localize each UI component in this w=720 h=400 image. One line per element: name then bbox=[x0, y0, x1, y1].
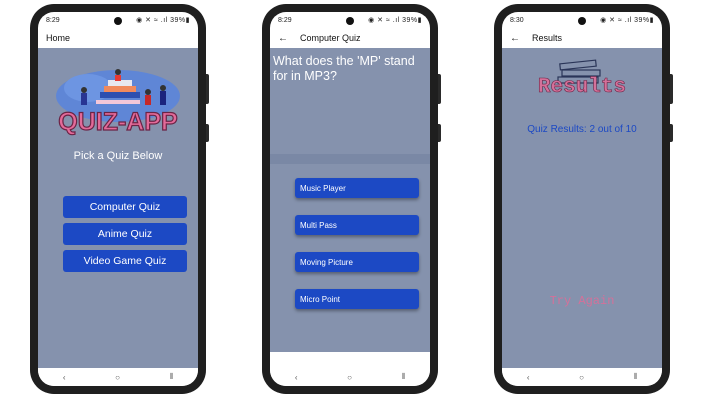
question-text: What does the 'MP' stand for in MP3? bbox=[273, 54, 415, 83]
nav-home-icon[interactable]: ○ bbox=[579, 373, 584, 382]
anime-quiz-button[interactable]: Anime Quiz bbox=[63, 223, 187, 245]
status-bar: 8:29 ◉ ✕ ≈ .ıl 39%▮ bbox=[270, 12, 430, 28]
volume-button bbox=[670, 74, 673, 104]
page-title: Results bbox=[532, 33, 563, 43]
screen-quiz: 8:29 ◉ ✕ ≈ .ıl 39%▮ ← Computer Quiz What… bbox=[270, 12, 430, 386]
score-text: Quiz Results: 2 out of 10 bbox=[527, 124, 637, 135]
screen-home: 8:29 ◉ ✕ ≈ .ıl 39%▮ Home QUIZ-APP Pick a… bbox=[38, 12, 198, 386]
nav-home-icon[interactable]: ○ bbox=[115, 373, 120, 382]
subtitle: Pick a Quiz Below bbox=[73, 150, 163, 162]
power-button bbox=[670, 124, 673, 142]
status-bar: 8:30 ◉ ✕ ≈ .ıl 39%▮ bbox=[502, 12, 662, 28]
power-button bbox=[206, 124, 209, 142]
volume-button bbox=[438, 74, 441, 104]
nav-back-icon[interactable]: ‹ bbox=[63, 373, 66, 382]
results-title: Results bbox=[537, 76, 627, 100]
app-bar: ← Computer Quiz bbox=[270, 28, 430, 48]
answer-button-1[interactable]: Music Player bbox=[295, 178, 419, 198]
video-game-quiz-button[interactable]: Video Game Quiz bbox=[63, 250, 187, 272]
results-content: Results Quiz Results: 2 out of 10 Try Ag… bbox=[502, 48, 662, 368]
page-title: Computer Quiz bbox=[300, 33, 361, 43]
status-icons: ◉ ✕ ≈ .ıl 39%▮ bbox=[368, 17, 422, 24]
quiz-app-logo: QUIZ-APP bbox=[56, 69, 180, 137]
nav-back-icon[interactable]: ‹ bbox=[527, 373, 530, 382]
nav-home-icon[interactable]: ○ bbox=[347, 373, 352, 382]
answer-button-4[interactable]: Micro Point bbox=[295, 289, 419, 309]
answer-button-2[interactable]: Multi Pass bbox=[295, 215, 419, 235]
answer-button-3[interactable]: Moving Picture bbox=[295, 252, 419, 272]
status-icons: ◉ ✕ ≈ .ıl 39%▮ bbox=[600, 17, 654, 24]
home-content: QUIZ-APP Pick a Quiz Below Computer Quiz… bbox=[38, 48, 198, 368]
back-arrow-icon[interactable]: ← bbox=[510, 33, 520, 44]
computer-quiz-button[interactable]: Computer Quiz bbox=[63, 196, 187, 218]
try-again-button[interactable]: Try Again bbox=[502, 294, 662, 308]
status-time: 8:29 bbox=[278, 16, 292, 24]
status-bar: 8:29 ◉ ✕ ≈ .ıl 39%▮ bbox=[38, 12, 198, 28]
status-time: 8:29 bbox=[46, 16, 60, 24]
app-bar: ← Results bbox=[502, 28, 662, 48]
nav-recents-icon[interactable]: ⦀ bbox=[402, 372, 406, 382]
quiz-content: What does the 'MP' stand for in MP3? Mus… bbox=[270, 48, 430, 352]
page-title: Home bbox=[46, 33, 71, 43]
nav-bar: ‹ ○ ⦀ bbox=[38, 368, 198, 386]
logo-text: QUIZ-APP bbox=[58, 108, 177, 136]
status-icons: ◉ ✕ ≈ .ıl 39%▮ bbox=[136, 17, 190, 24]
nav-recents-icon[interactable]: ⦀ bbox=[170, 372, 174, 382]
nav-bar: ‹ ○ ⦀ bbox=[270, 368, 430, 386]
app-bar: Home bbox=[38, 28, 198, 48]
phone-home: 8:29 ◉ ✕ ≈ .ıl 39%▮ Home QUIZ-APP Pick a… bbox=[30, 4, 209, 394]
screen-results: 8:30 ◉ ✕ ≈ .ıl 39%▮ ← Results Results Qu… bbox=[502, 12, 662, 386]
phone-results: 8:30 ◉ ✕ ≈ .ıl 39%▮ ← Results Results Qu… bbox=[494, 4, 673, 394]
volume-button bbox=[206, 74, 209, 104]
question-divider bbox=[270, 154, 430, 164]
back-arrow-icon[interactable]: ← bbox=[278, 33, 288, 44]
power-button bbox=[438, 124, 441, 142]
nav-back-icon[interactable]: ‹ bbox=[295, 373, 298, 382]
phone-quiz: 8:29 ◉ ✕ ≈ .ıl 39%▮ ← Computer Quiz What… bbox=[262, 4, 441, 394]
nav-recents-icon[interactable]: ⦀ bbox=[634, 372, 638, 382]
status-time: 8:30 bbox=[510, 16, 524, 24]
nav-bar: ‹ ○ ⦀ bbox=[502, 368, 662, 386]
